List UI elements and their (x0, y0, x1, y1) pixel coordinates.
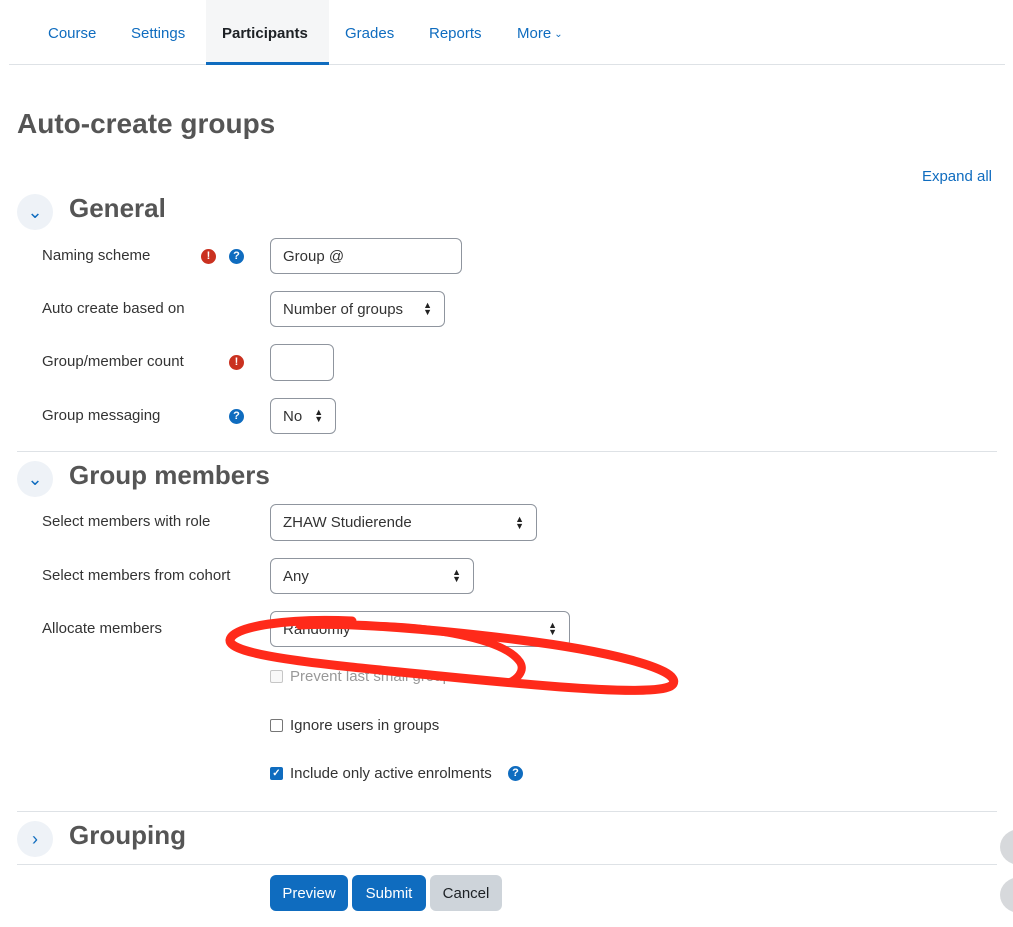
exclamation-icon: ! (201, 249, 216, 264)
select-arrows-icon: ▲ ▼ (515, 513, 524, 531)
role-select[interactable]: ZHAW Studierende ▲ ▼ (270, 504, 537, 541)
count-input[interactable] (270, 344, 334, 381)
page-title: Auto-create groups (17, 108, 276, 139)
section-title-grouping: Grouping (69, 820, 186, 850)
active-enrolments-checkbox[interactable]: ✓ Include only active enrolments (270, 765, 492, 782)
divider (17, 451, 997, 452)
cancel-button[interactable]: Cancel (430, 875, 502, 911)
question-icon[interactable]: ? (508, 766, 523, 781)
tab-label: Participants (222, 25, 308, 42)
select-value: Randomly (283, 620, 351, 638)
allocate-select[interactable]: Randomly ▲ ▼ (270, 611, 570, 647)
select-value: Number of groups (283, 300, 404, 318)
section-title-general: General (69, 193, 166, 223)
tab-grades[interactable]: Grades (329, 0, 410, 65)
exclamation-icon: ! (229, 355, 244, 370)
checkbox-label: Ignore users in groups (290, 717, 440, 734)
count-label: Group/member count (42, 353, 184, 370)
chevron-right-icon: › (32, 828, 38, 849)
select-value: No (283, 407, 303, 425)
chevron-down-icon: ⌄ (554, 29, 563, 40)
chevron-down-icon: ⌄ (27, 468, 43, 489)
tab-course[interactable]: Course (32, 0, 112, 65)
scroll-top-button[interactable] (1000, 829, 1013, 865)
select-arrows-icon: ▲ ▼ (548, 620, 557, 637)
role-label: Select members with role (42, 513, 211, 530)
cohort-label: Select members from cohort (42, 567, 231, 584)
expand-all-link[interactable]: Expand all (922, 168, 992, 185)
ignore-users-checkbox[interactable]: Ignore users in groups (270, 717, 439, 734)
tab-label: More (517, 25, 552, 42)
tab-more[interactable]: More ⌄ (501, 0, 579, 65)
tab-label: Course (48, 25, 97, 42)
divider (17, 811, 997, 812)
checkbox-box (270, 670, 283, 683)
select-arrows-icon: ▲ ▼ (423, 300, 432, 317)
section-title-group-members: Group members (69, 460, 270, 490)
messaging-select[interactable]: No ▲ ▼ (270, 398, 336, 434)
select-arrows-icon: ▲ ▼ (314, 407, 324, 424)
tab-participants[interactable]: Participants (206, 0, 329, 65)
auto-create-select[interactable]: Number of groups ▲ ▼ (270, 291, 445, 327)
question-icon[interactable]: ? (229, 249, 244, 264)
section-toggle-general[interactable]: ⌄ (17, 194, 53, 230)
checkbox-label: Prevent last small group (290, 668, 451, 685)
allocate-label: Allocate members (42, 620, 163, 637)
section-toggle-group-members[interactable]: ⌄ (17, 461, 53, 497)
naming-scheme-label: Naming scheme (42, 247, 151, 264)
auto-create-label: Auto create based on (42, 300, 185, 317)
preview-button[interactable]: Preview (270, 875, 348, 911)
secondary-navigation: Course Settings Participants Grades Repo… (9, 0, 1005, 65)
divider (17, 864, 997, 865)
tab-label: Grades (345, 25, 395, 42)
messaging-label: Group messaging (42, 407, 161, 424)
prevent-last-small-group-checkbox: Prevent last small group (270, 668, 451, 685)
select-value: Any (283, 567, 309, 585)
checkbox-box[interactable] (270, 719, 283, 732)
check-icon[interactable]: ✓ (270, 767, 283, 780)
tab-reports[interactable]: Reports (413, 0, 498, 65)
cohort-select[interactable]: Any ▲ ▼ (270, 558, 474, 594)
tab-label: Settings (131, 25, 186, 42)
checkbox-label: Include only active enrolments (290, 765, 492, 782)
tab-label: Reports (429, 25, 482, 42)
select-value: ZHAW Studierende (283, 514, 412, 531)
section-toggle-grouping[interactable]: › (17, 821, 53, 857)
question-icon[interactable]: ? (229, 409, 244, 424)
chevron-down-icon: ⌄ (27, 201, 43, 222)
select-arrows-icon: ▲ ▼ (452, 567, 461, 584)
help-button[interactable] (1000, 877, 1013, 913)
tab-settings[interactable]: Settings (115, 0, 201, 65)
naming-scheme-input[interactable]: Group @ (270, 238, 462, 274)
submit-button[interactable]: Submit (352, 875, 426, 911)
